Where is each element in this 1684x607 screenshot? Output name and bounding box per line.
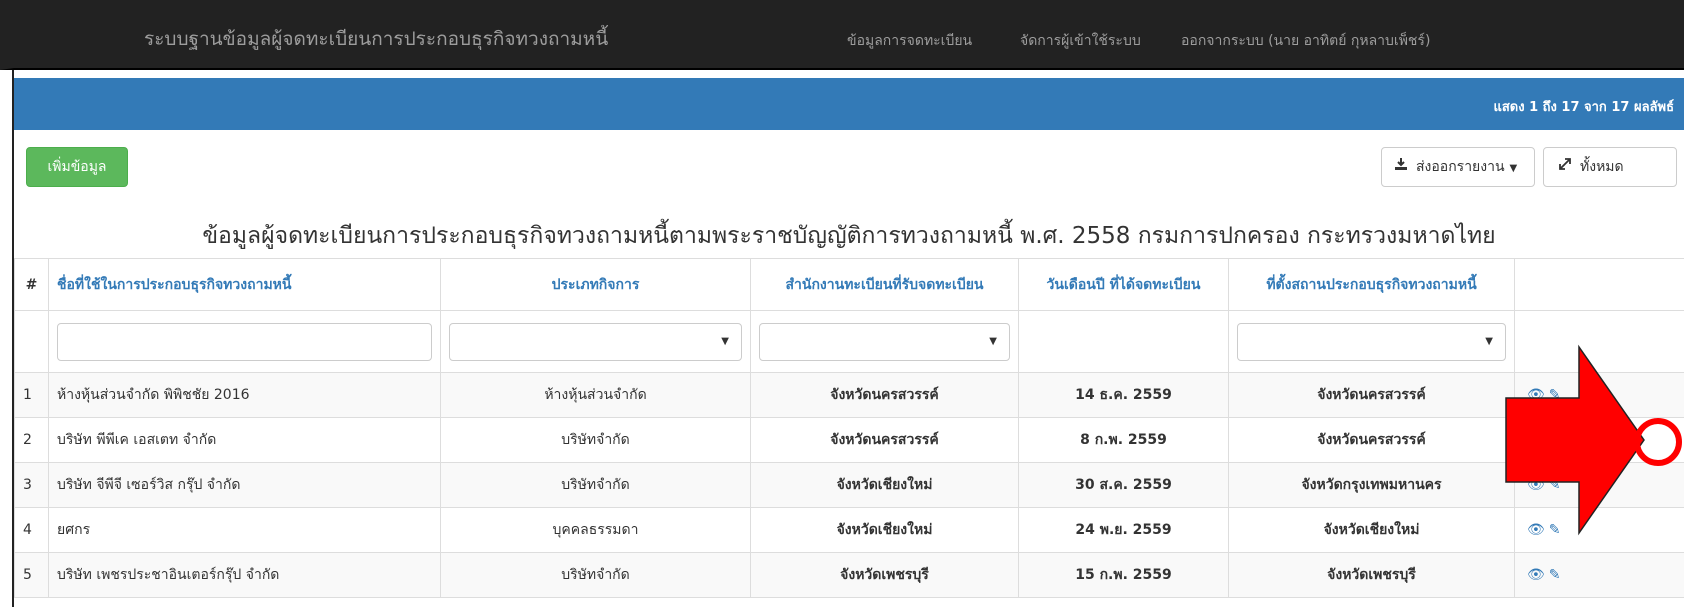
- eye-icon[interactable]: 👁: [1527, 477, 1545, 493]
- row-actions: 👁 ✎: [1514, 372, 1684, 418]
- row-business-type: บริษัทจำกัด: [440, 462, 751, 508]
- row-number: 1: [14, 372, 49, 418]
- registration-table: # ชื่อที่ใช้ในการประกอบธุรกิจทวงถามหนี้ …: [14, 258, 1684, 598]
- caret-down-icon: ▼: [989, 335, 997, 347]
- row-location: จังหวัดกรุงเทพมหานคร: [1228, 462, 1515, 508]
- export-report-button[interactable]: ส่งออกรายงาน ▼: [1381, 147, 1535, 187]
- row-office: จังหวัดเชียงใหม่: [750, 462, 1019, 508]
- table-row: 1 ห้างหุ้นส่วนจำกัด พิพิชชัย 2016 ห้างหุ…: [14, 372, 1684, 418]
- row-office: จังหวัดนครสวรรค์: [750, 372, 1019, 418]
- pencil-icon[interactable]: ✎: [1549, 567, 1561, 583]
- row-actions: 👁 ✎: [1514, 552, 1684, 598]
- eye-icon[interactable]: 👁: [1527, 432, 1545, 448]
- export-report-label: ส่งออกรายงาน: [1416, 159, 1505, 175]
- pencil-icon[interactable]: ✎: [1549, 522, 1561, 538]
- nav-registration-info[interactable]: ข้อมูลการจดทะเบียน: [847, 30, 972, 52]
- table-filter-row: ▼ ▼ ▼: [14, 310, 1684, 373]
- row-business-name: ยศกร: [48, 507, 441, 553]
- row-location: จังหวัดเพชรบุรี: [1228, 552, 1515, 598]
- header-registration-office[interactable]: สำนักงานทะเบียนที่รับจดทะเบียน: [750, 258, 1019, 311]
- download-icon: [1394, 148, 1410, 186]
- table-row: 4 ยศกร บุคคลธรรมดา จังหวัดเชียงใหม่ 24 พ…: [14, 507, 1684, 553]
- caret-down-icon: ▼: [1509, 163, 1518, 174]
- table-header-row: # ชื่อที่ใช้ในการประกอบธุรกิจทวงถามหนี้ …: [14, 258, 1684, 311]
- header-registration-date[interactable]: วันเดือนปี ที่ได้จดทะเบียน: [1018, 258, 1229, 311]
- row-business-name: บริษัท พีพีเค เอสเตท จำกัด: [48, 417, 441, 463]
- row-actions: 👁 ✎: [1514, 462, 1684, 508]
- header-business-type[interactable]: ประเภทกิจการ: [440, 258, 751, 311]
- row-business-name: บริษัท เพชรประชาอินเตอร์กรุ๊ป จำกัด: [48, 552, 441, 598]
- row-office: จังหวัดเพชรบุรี: [750, 552, 1019, 598]
- results-count-text: แสดง 1 ถึง 17 จาก 17 ผลลัพธ์: [1493, 100, 1674, 115]
- expand-icon: [1558, 148, 1574, 186]
- header-number: #: [14, 258, 49, 311]
- row-business-name: ห้างหุ้นส่วนจำกัด พิพิชชัย 2016: [48, 372, 441, 418]
- row-location: จังหวัดเชียงใหม่: [1228, 507, 1515, 553]
- navbar: ระบบฐานข้อมูลผู้จดทะเบียนการประกอบธุรกิจ…: [0, 0, 1684, 70]
- row-business-type: บริษัทจำกัด: [440, 417, 751, 463]
- eye-icon[interactable]: 👁: [1527, 387, 1545, 403]
- table-row: 3 บริษัท จีพีจี เซอร์วิส กรุ๊ป จำกัด บริ…: [14, 462, 1684, 508]
- row-date: 8 ก.พ. 2559: [1018, 417, 1229, 463]
- navbar-brand[interactable]: ระบบฐานข้อมูลผู้จดทะเบียนการประกอบธุรกิจ…: [144, 24, 608, 54]
- eye-icon[interactable]: 👁: [1527, 522, 1545, 538]
- header-business-name[interactable]: ชื่อที่ใช้ในการประกอบธุรกิจทวงถามหนี้: [48, 258, 441, 311]
- row-date: 30 ส.ค. 2559: [1018, 462, 1229, 508]
- show-all-label: ทั้งหมด: [1580, 159, 1624, 175]
- pencil-icon[interactable]: ✎: [1549, 432, 1561, 448]
- row-business-type: ห้างหุ้นส่วนจำกัด: [440, 372, 751, 418]
- row-business-type: บริษัทจำกัด: [440, 552, 751, 598]
- pencil-icon[interactable]: ✎: [1549, 477, 1561, 493]
- row-office: จังหวัดเชียงใหม่: [750, 507, 1019, 553]
- add-data-button[interactable]: เพิ่มข้อมูล: [26, 147, 128, 187]
- results-info-bar: แสดง 1 ถึง 17 จาก 17 ผลลัพธ์: [14, 78, 1684, 130]
- eye-icon[interactable]: 👁: [1527, 567, 1545, 583]
- header-business-location[interactable]: ที่ตั้งสถานประกอบธุรกิจทวงถามหนี้: [1228, 258, 1515, 311]
- page-title: ข้อมูลผู้จดทะเบียนการประกอบธุรกิจทวงถามห…: [202, 223, 1496, 249]
- header-actions: [1514, 258, 1684, 311]
- nav-manage-users[interactable]: จัดการผู้เข้าใช้ระบบ: [1020, 30, 1141, 52]
- row-number: 5: [14, 552, 49, 598]
- row-location: จังหวัดนครสวรรค์: [1228, 372, 1515, 418]
- filter-business-type-select[interactable]: ▼: [449, 322, 742, 361]
- row-date: 14 ธ.ค. 2559: [1018, 372, 1229, 418]
- caret-down-icon: ▼: [721, 335, 729, 347]
- nav-logout[interactable]: ออกจากระบบ (นาย อาทิตย์ กุหลาบเพ็ชร์): [1181, 30, 1430, 52]
- row-office: จังหวัดนครสวรรค์: [750, 417, 1019, 463]
- filter-business-name-input[interactable]: [57, 322, 432, 361]
- row-date: 15 ก.พ. 2559: [1018, 552, 1229, 598]
- row-business-name: บริษัท จีพีจี เซอร์วิส กรุ๊ป จำกัด: [48, 462, 441, 508]
- row-location: จังหวัดนครสวรรค์: [1228, 417, 1515, 463]
- row-number: 4: [14, 507, 49, 553]
- caret-down-icon: ▼: [1485, 335, 1493, 347]
- pencil-icon[interactable]: ✎: [1549, 387, 1561, 403]
- row-business-type: บุคคลธรรมดา: [440, 507, 751, 553]
- table-row: 5 บริษัท เพชรประชาอินเตอร์กรุ๊ป จำกัด บร…: [14, 552, 1684, 598]
- row-actions: 👁 ✎: [1514, 507, 1684, 553]
- row-number: 3: [14, 462, 49, 508]
- row-number: 2: [14, 417, 49, 463]
- table-row: 2 บริษัท พีพีเค เอสเตท จำกัด บริษัทจำกัด…: [14, 417, 1684, 463]
- filter-location-select[interactable]: ▼: [1237, 322, 1506, 361]
- row-actions: 👁 ✎: [1514, 417, 1684, 463]
- filter-office-select[interactable]: ▼: [759, 322, 1010, 361]
- row-date: 24 พ.ย. 2559: [1018, 507, 1229, 553]
- show-all-button[interactable]: ทั้งหมด: [1543, 147, 1677, 187]
